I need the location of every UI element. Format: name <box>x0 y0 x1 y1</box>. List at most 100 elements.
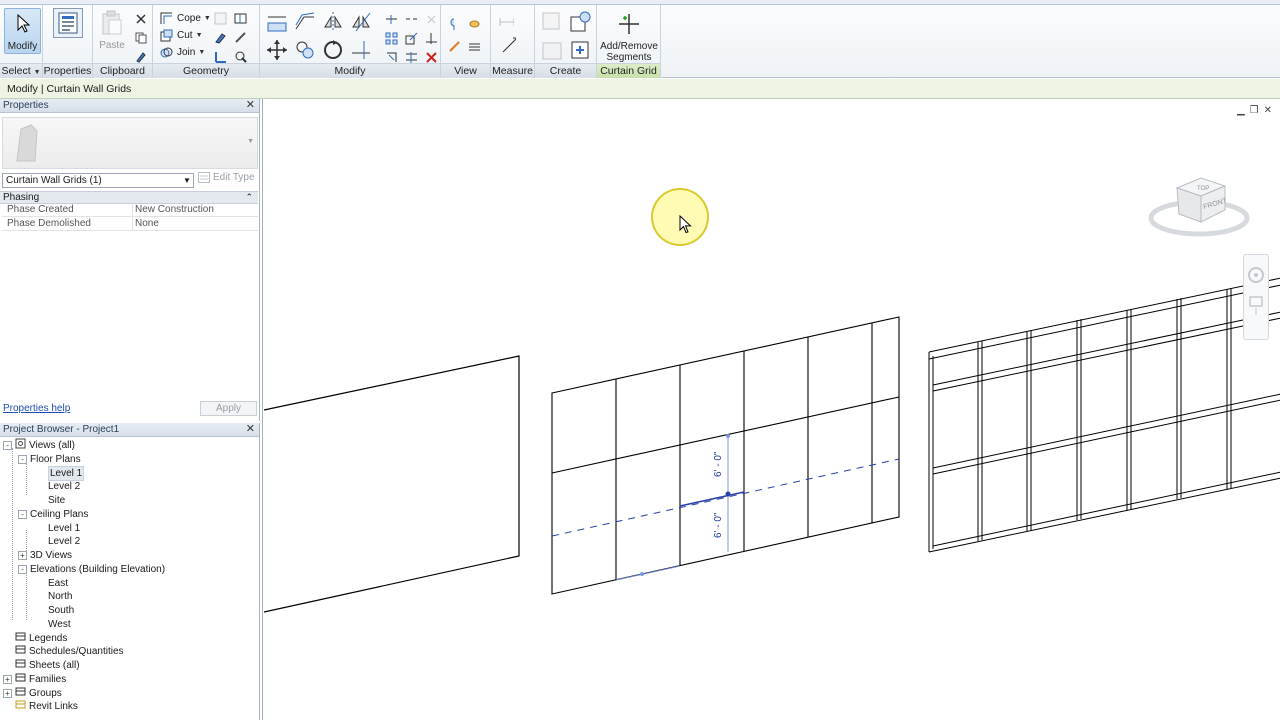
cut-button[interactable]: Cut ▼ <box>159 27 203 44</box>
phase-created-row[interactable]: Phase Created New Construction <box>2 203 258 217</box>
select-dropdown[interactable]: Select ▼ <box>0 63 42 78</box>
linework-icon[interactable] <box>447 39 462 54</box>
browser-node[interactable]: +3D Views <box>18 549 72 562</box>
trim-single-icon[interactable] <box>424 31 439 46</box>
copy-element-icon[interactable] <box>294 39 316 64</box>
browser-node[interactable]: Revit Links <box>3 700 78 713</box>
curtain-wall-with-mullions[interactable] <box>928 277 1280 553</box>
browser-node[interactable]: Level 1 <box>48 465 85 481</box>
browser-node[interactable]: Site <box>48 494 65 507</box>
browser-node[interactable]: + Families <box>3 673 66 686</box>
join-button[interactable]: Join ▼ <box>159 44 205 61</box>
browser-node[interactable]: Schedules/Quantities <box>3 645 124 658</box>
expand-icon[interactable]: + <box>3 674 12 684</box>
mouse-cursor-icon <box>679 215 692 234</box>
cut-scissors-icon[interactable] <box>133 11 148 26</box>
browser-node[interactable]: Level 2 <box>48 535 80 548</box>
rotate-icon[interactable] <box>322 39 344 64</box>
edit-type-icon <box>198 172 210 183</box>
copy-icon[interactable] <box>133 30 148 45</box>
close-icon[interactable]: ✕ <box>246 423 255 436</box>
scale-icon[interactable] <box>404 31 419 46</box>
add-remove-segments-button[interactable]: Add/Remove Segments <box>599 9 659 63</box>
aligned-dimension-icon[interactable] <box>501 37 516 52</box>
collapse-icon[interactable]: ⌃ <box>245 192 253 203</box>
cursor-arrow-icon <box>8 9 38 39</box>
match-properties-icon[interactable] <box>133 49 148 64</box>
browser-node[interactable]: Sheets (all) <box>3 659 80 672</box>
preview-scroll-icon[interactable]: ▼ <box>247 138 254 145</box>
browser-node[interactable]: North <box>48 590 72 603</box>
temporary-hide-icon[interactable] <box>467 39 482 54</box>
create-assembly-icon[interactable] <box>541 11 561 34</box>
browser-node[interactable]: South <box>48 604 74 617</box>
trim-extend-icon[interactable] <box>350 39 372 64</box>
browser-node[interactable]: - Views (all) <box>3 438 75 453</box>
wall-opening-icon[interactable] <box>233 49 248 64</box>
collapse-icon[interactable]: - <box>3 441 12 450</box>
browser-node[interactable]: Level 2 <box>48 480 80 493</box>
viewcube[interactable]: TOP FRONT <box>1147 162 1251 242</box>
paint-icon[interactable] <box>213 30 228 45</box>
zoom-icon[interactable] <box>1249 296 1263 315</box>
close-icon[interactable]: ✕ <box>246 99 255 112</box>
expand-icon[interactable]: + <box>18 551 27 560</box>
browser-node[interactable]: + Groups <box>3 687 62 700</box>
panel-curtain-grid: Add/Remove Segments Curtain Grid <box>597 5 661 78</box>
align-icon[interactable] <box>266 11 288 36</box>
split-face-icon[interactable] <box>233 11 248 26</box>
temporary-dimensions[interactable]: 6' - 0" 6' - 0" <box>713 451 724 538</box>
chevron-down-icon[interactable]: ▼ <box>181 174 193 187</box>
dimension-label-lower[interactable]: 6' - 0" <box>713 512 724 538</box>
measure-distance-icon[interactable] <box>499 15 514 30</box>
view-node-icon <box>15 438 26 453</box>
edit-type-button[interactable]: Edit Type <box>198 172 255 183</box>
properties-title-bar[interactable]: Properties ✕ <box>0 99 259 113</box>
collapse-icon[interactable]: - <box>18 509 27 519</box>
wall-joins-icon[interactable] <box>213 11 228 26</box>
browser-node[interactable]: - Floor Plans <box>18 453 81 466</box>
drawing-area[interactable]: ▁ ❐ ✕ 6' - 0" 6' - 0" TOP FRONT <box>262 99 1280 720</box>
type-selector[interactable]: Curtain Wall Grids (1) ▼ <box>2 173 194 188</box>
expand-icon[interactable]: + <box>3 688 12 698</box>
move-icon[interactable] <box>266 39 288 64</box>
mirror-axis-icon[interactable] <box>322 11 344 36</box>
paste-button[interactable]: Paste <box>97 8 127 54</box>
selected-curtain-grid[interactable] <box>551 434 900 581</box>
browser-node[interactable]: East <box>48 577 68 590</box>
paste-label: Paste <box>99 40 125 51</box>
pin-icon[interactable] <box>424 12 439 27</box>
array-icon[interactable] <box>384 31 399 46</box>
create-similar-icon[interactable] <box>569 39 591 64</box>
collapse-icon[interactable]: - <box>18 454 27 464</box>
curtain-wall-with-grids[interactable] <box>551 316 900 595</box>
split-icon[interactable] <box>384 12 399 27</box>
dimension-label-upper[interactable]: 6' - 0" <box>713 451 724 477</box>
create-group-icon[interactable] <box>541 39 563 64</box>
unjoin-icon[interactable] <box>213 49 228 64</box>
browser-node[interactable]: - Ceiling Plans <box>18 508 88 521</box>
phase-demolished-row[interactable]: Phase Demolished None <box>2 217 258 231</box>
demolish-icon[interactable] <box>233 30 248 45</box>
measure-panel-label: Measure <box>491 63 534 78</box>
split-gap-icon[interactable] <box>404 12 419 27</box>
apply-button[interactable]: Apply <box>200 401 257 416</box>
properties-help-link[interactable]: Properties help <box>3 403 70 414</box>
browser-node[interactable]: Legends <box>3 632 67 645</box>
panel-view: View <box>441 5 491 78</box>
browser-node[interactable]: Level 1 <box>48 522 80 535</box>
browser-node[interactable]: - Elevations (Building Elevation) <box>18 563 165 576</box>
override-graphics-icon[interactable] <box>467 17 482 32</box>
cope-button[interactable]: Cope ▼ <box>159 10 211 27</box>
offset-icon[interactable] <box>294 11 316 36</box>
basic-wall[interactable] <box>263 355 520 613</box>
collapse-icon[interactable]: - <box>18 564 27 574</box>
properties-button[interactable] <box>52 8 84 54</box>
create-part-icon[interactable] <box>569 11 591 36</box>
hide-in-view-icon[interactable] <box>447 17 462 32</box>
modify-button[interactable]: Modify <box>4 8 41 54</box>
browser-node[interactable]: West <box>48 618 71 631</box>
steering-wheel-icon[interactable] <box>1248 267 1264 283</box>
mirror-draw-icon[interactable] <box>350 11 372 36</box>
project-browser-title-bar[interactable]: Project Browser - Project1 ✕ <box>0 423 259 437</box>
